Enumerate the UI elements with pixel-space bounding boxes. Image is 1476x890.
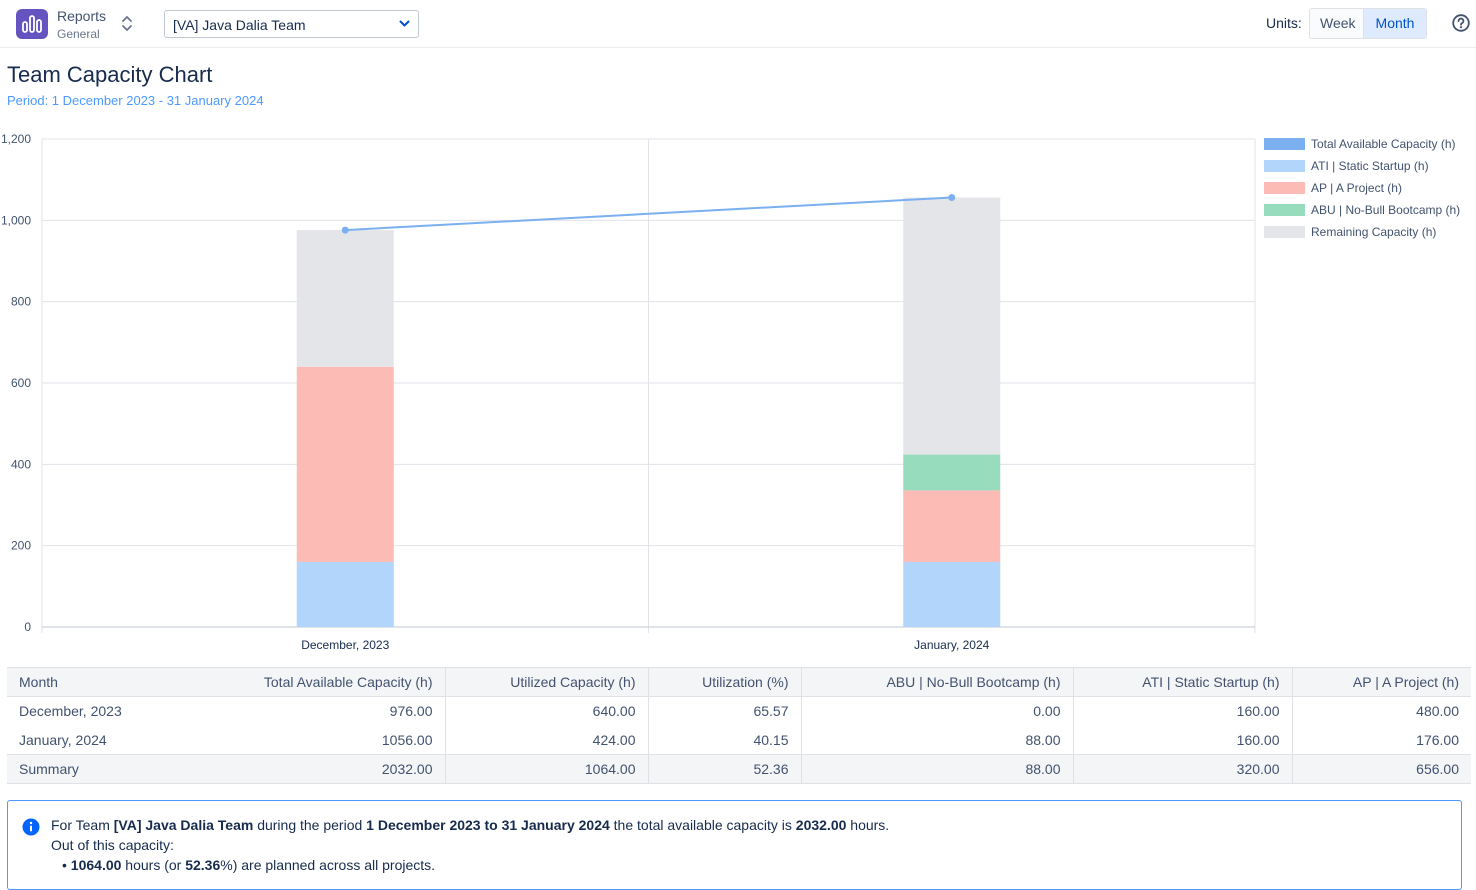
bar-segment [903,561,1001,627]
info-team: [VA] Java Dalia Team [113,817,254,833]
table-cell: January, 2024 [19,731,107,748]
sort-chevrons-icon [122,16,132,31]
info-total: 2032.00 [795,817,847,833]
table-cell: 65.57 [647,696,801,726]
info-subheading: Out of this capacity: [51,837,174,853]
legend-label-total: Total Available Capacity (h) [1311,137,1456,151]
info-text: the total available capacity is [609,817,796,833]
column-header[interactable]: ABU | No-Bull Bootcamp (h) [800,667,1073,697]
app-switcher-button[interactable] [120,13,134,35]
table-cell: 52.36 [647,754,801,784]
app-section: General [57,27,100,41]
bar-segment [296,561,394,627]
reports-app-icon[interactable] [16,9,48,39]
info-text: hours (or [121,857,186,873]
legend-label-ap: AP | A Project (h) [1311,181,1402,195]
legend-swatch-ap [1264,182,1305,194]
unit-week-button[interactable]: Week [1310,9,1363,38]
info-text: during the period [253,817,367,833]
help-icon[interactable] [1452,14,1470,32]
bar-segment [903,490,1001,562]
table-cell: 160.00 [1072,696,1292,726]
info-period: 1 December 2023 to 31 January 2024 [366,817,610,833]
legend-swatch-ati [1264,160,1305,172]
info-summary-line: For Team [VA] Java Dalia Team during the… [51,817,889,833]
table-row: January, 2024 1056.00 424.00 40.15 88.00… [7,725,1471,755]
bullet-dot: • [62,857,71,873]
legend-label-abu: ABU | No-Bull Bootcamp (h) [1311,203,1461,217]
y-tick-label: 800 [11,295,31,309]
table-header-row: Month Total Available Capacity (h) Utili… [7,667,1471,697]
unit-month-button[interactable]: Month [1363,9,1426,38]
table-cell: 160.00 [1072,725,1292,755]
capacity-table: Month Total Available Capacity (h) Utili… [7,667,1471,784]
legend-label-remaining: Remaining Capacity (h) [1311,225,1437,239]
info-panel: For Team [VA] Java Dalia Team during the… [7,800,1462,890]
bar-segment [903,454,1001,491]
column-header[interactable]: Utilization (%) [647,667,801,697]
table-cell: 640.00 [444,696,648,726]
page-title: Team Capacity Chart [7,62,213,87]
y-tick-label: 400 [11,457,31,471]
column-header[interactable]: ATI | Static Startup (h) [1072,667,1292,697]
y-tick-label: 1,000 [1,213,31,227]
table-cell: 480.00 [1291,696,1471,726]
bar-segment [296,230,394,367]
x-tick-label: January, 2024 [914,638,989,652]
table-cell: 1064.00 [444,754,648,784]
team-select-value: [VA] Java Dalia Team [173,17,306,33]
legend-label-ati: ATI | Static Startup (h) [1311,159,1429,173]
bar-segment [296,366,394,562]
table-cell: 1056.00 [381,731,433,748]
total-capacity-point [948,194,956,202]
legend-swatch-remaining [1264,226,1305,238]
info-icon [22,818,40,836]
summary-row: Summary 2032.00 1064.00 52.36 88.00 320.… [7,754,1471,784]
y-tick-label: 200 [11,539,31,553]
team-capacity-chart: 0 200 400 600 800 1,000 1,200 December, 2023 Jan… [1,132,1256,652]
table-cell: Summary [7,754,183,784]
column-header[interactable]: AP | A Project (h) [1291,667,1471,697]
units-toggle: Week Month [1309,8,1427,39]
info-text: For Team [51,817,114,833]
units-label: Units: [1266,15,1302,31]
y-tick-label: 0 [24,620,31,634]
table-cell: 976.00 [389,703,433,720]
info-text: %) are planned across all projects. [220,857,436,873]
bar-chart-icon [22,15,42,33]
table-cell: 320.00 [1072,754,1292,784]
info-planned-hours: 1064.00 [70,857,122,873]
top-bar: Reports General [VA] Java Dalia Team Uni… [0,0,1476,48]
table-cell: 656.00 [1291,754,1471,784]
column-header[interactable]: Total Available Capacity (h) [183,667,445,697]
column-header[interactable]: Utilized Capacity (h) [444,667,648,697]
team-select[interactable]: [VA] Java Dalia Team [164,10,419,38]
table-cell: 40.15 [647,725,801,755]
total-capacity-point [341,226,349,234]
table-row: December, 2023 976.00 640.00 65.57 0.00 … [7,696,1471,726]
legend-swatch-total [1264,138,1305,150]
table-cell: 2032.00 [183,754,445,784]
x-tick-label: December, 2023 [301,638,389,652]
table-cell: 88.00 [800,754,1073,784]
bar-segment [903,197,1001,455]
info-planned-pct: 52.36 [185,857,221,873]
y-tick-label: 1,200 [1,132,31,146]
table-cell: December, 2023 [19,703,122,720]
table-cell: 0.00 [800,696,1073,726]
chevron-down-icon [399,20,410,27]
y-tick-label: 600 [11,376,31,390]
table-cell: 424.00 [444,725,648,755]
column-header[interactable]: Month [7,667,183,697]
table-cell: 176.00 [1291,725,1471,755]
info-text: hours. [846,817,890,833]
table-cell: 88.00 [800,725,1073,755]
info-bullet: • 1064.00 hours (or 52.36%) are planned … [62,857,435,873]
app-name: Reports [57,8,107,24]
legend-swatch-abu [1264,204,1305,216]
period-label: Period: 1 December 2023 - 31 January 202… [7,93,264,108]
